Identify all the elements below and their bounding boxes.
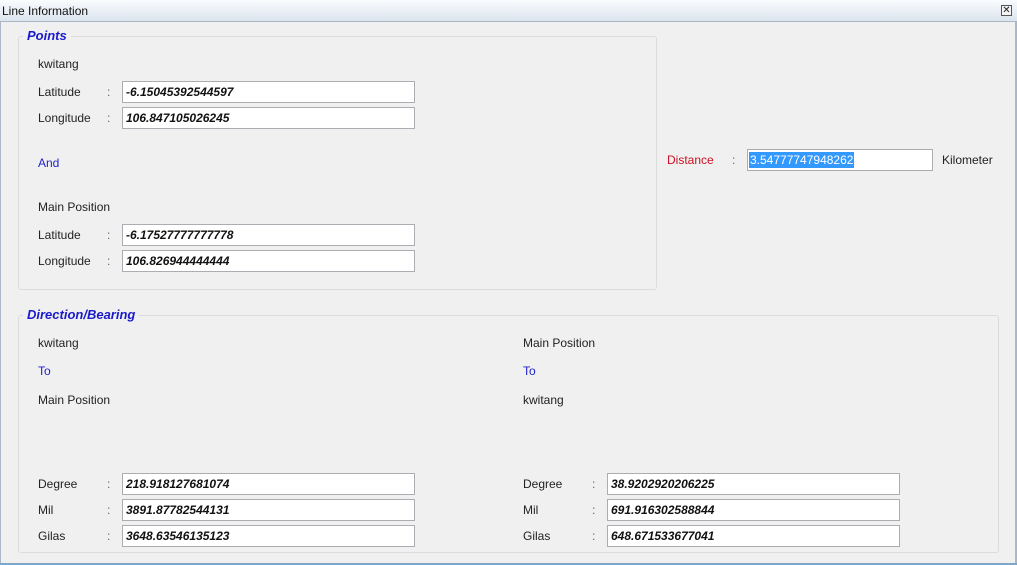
colon: : xyxy=(107,529,111,543)
bearing-left-mil-field[interactable] xyxy=(122,499,415,521)
bearing-left-from: kwitang xyxy=(38,336,79,350)
bearing-left-gilas-label: Gilas xyxy=(38,529,66,543)
colon: : xyxy=(107,85,111,99)
bearing-right-to: kwitang xyxy=(523,393,564,407)
point-b-name: Main Position xyxy=(38,200,111,214)
bearing-right-to-label: To xyxy=(523,364,536,378)
point-a-latitude-field[interactable] xyxy=(122,81,415,103)
distance-value-selected: 3.54777747948262 xyxy=(749,152,855,168)
point-a-name: kwitang xyxy=(38,57,79,71)
bearing-right-mil-label: Mil xyxy=(523,503,539,517)
colon: : xyxy=(592,503,596,517)
colon: : xyxy=(107,254,111,268)
colon: : xyxy=(107,477,111,491)
bearing-right-mil-field[interactable] xyxy=(607,499,900,521)
colon: : xyxy=(107,111,111,125)
window-border-left xyxy=(0,22,1,565)
point-a-latitude-label: Latitude xyxy=(38,85,81,99)
bearing-left-mil-label: Mil xyxy=(38,503,54,517)
bearing-right-gilas-field[interactable] xyxy=(607,525,900,547)
bearing-left-gilas-field[interactable] xyxy=(122,525,415,547)
bearing-legend: Direction/Bearing xyxy=(23,307,140,322)
points-legend: Points xyxy=(23,28,71,43)
colon: : xyxy=(107,228,111,242)
bearing-right-degree-field[interactable] xyxy=(607,473,900,495)
colon: : xyxy=(107,503,111,517)
colon: : xyxy=(592,529,596,543)
colon: : xyxy=(732,153,736,167)
distance-unit: Kilometer xyxy=(942,153,993,167)
point-b-longitude-field[interactable] xyxy=(122,250,415,272)
point-a-longitude-label: Longitude xyxy=(38,111,91,125)
bearing-left-to-label: To xyxy=(38,364,51,378)
bearing-right-degree-label: Degree xyxy=(523,477,563,491)
distance-field[interactable]: 3.54777747948262 xyxy=(747,149,933,171)
bearing-left-degree-label: Degree xyxy=(38,477,78,491)
distance-label: Distance xyxy=(667,153,714,167)
title-bar: Line Information ✕ xyxy=(0,0,1017,22)
point-b-longitude-label: Longitude xyxy=(38,254,91,268)
bearing-right-from: Main Position xyxy=(523,336,596,350)
point-b-latitude-field[interactable] xyxy=(122,224,415,246)
bearing-left-degree-field[interactable] xyxy=(122,473,415,495)
close-icon[interactable]: ✕ xyxy=(1001,5,1012,16)
and-label: And xyxy=(38,156,60,170)
bearing-left-to: Main Position xyxy=(38,393,111,407)
window-title: Line Information xyxy=(2,4,89,18)
bearing-right-gilas-label: Gilas xyxy=(523,529,551,543)
colon: : xyxy=(592,477,596,491)
point-b-latitude-label: Latitude xyxy=(38,228,81,242)
point-a-longitude-field[interactable] xyxy=(122,107,415,129)
